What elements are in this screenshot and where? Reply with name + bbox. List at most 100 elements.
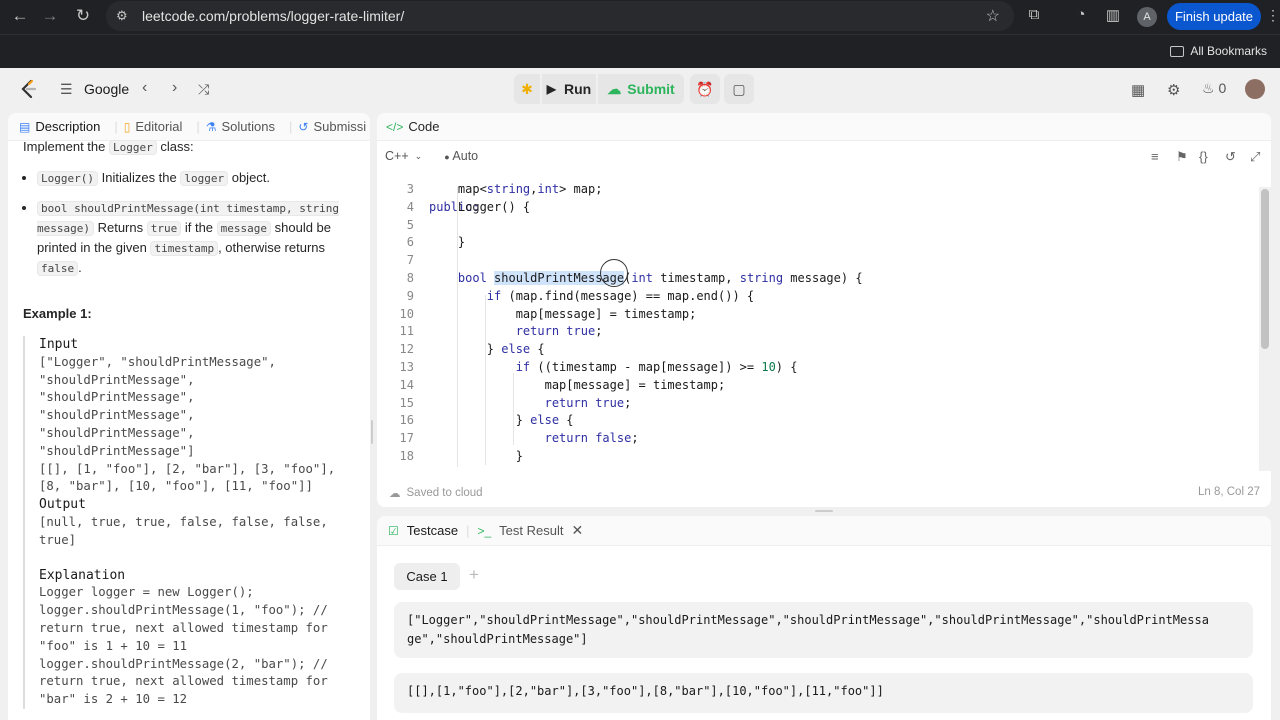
example-line: "bar" is 2 + 10 = 12 bbox=[39, 692, 188, 707]
settings-gear-icon[interactable]: ⚙ bbox=[1167, 81, 1180, 99]
tab-test-result[interactable]: Test Result bbox=[499, 523, 563, 538]
language-select[interactable]: C++ ⌄ bbox=[385, 149, 422, 163]
example-line: Logger logger = new Logger(); bbox=[39, 585, 254, 600]
save-status-label: Saved to cloud bbox=[406, 487, 483, 499]
extensions-icon[interactable]: ⧉ bbox=[1024, 6, 1044, 23]
code-panel: </> Code C++ ⌄ ● Auto ≡ ⚑ {} ↺ ⤢ public:… bbox=[377, 113, 1271, 507]
code-text: bool shouldPrintMessage(int timestamp, s… bbox=[457, 271, 863, 285]
code-text: } else { bbox=[429, 413, 574, 428]
code-line: 3 map<string,int> map; bbox=[377, 180, 1257, 198]
add-case-icon[interactable]: + bbox=[469, 565, 479, 585]
side-panel-icon[interactable]: ▥ bbox=[1103, 6, 1123, 24]
reload-icon[interactable]: ↻ bbox=[73, 6, 93, 26]
problem-list-icon[interactable]: ☰ bbox=[60, 81, 73, 98]
submit-label: Submit bbox=[627, 81, 675, 97]
testcase-panel: ☑ Testcase | >_ Test Result ✕ Case 1 + [… bbox=[377, 516, 1271, 720]
forward-arrow-icon[interactable]: → bbox=[40, 6, 60, 26]
braces-icon[interactable]: {} bbox=[1199, 149, 1208, 164]
prev-problem-icon[interactable]: ‹ bbox=[142, 79, 147, 97]
bookmarks-bar: All Bookmarks bbox=[0, 34, 1280, 68]
next-problem-icon[interactable]: › bbox=[172, 79, 177, 97]
reset-icon[interactable]: ↺ bbox=[1225, 149, 1236, 165]
fullscreen-icon[interactable]: ⤢ bbox=[1250, 149, 1260, 165]
tab-submissions[interactable]: ↺ Submissi bbox=[298, 119, 366, 134]
text: if the bbox=[181, 220, 217, 235]
layout-grid-icon[interactable]: ▦ bbox=[1131, 81, 1145, 99]
editor-scrollbar-thumb[interactable] bbox=[1261, 189, 1269, 349]
tab-description[interactable]: ▤ Description bbox=[19, 119, 100, 134]
explanation-label: Explanation bbox=[39, 567, 126, 583]
code-text: Logger() { bbox=[429, 199, 531, 214]
code-line: 13 if ((timestamp - map[message]) >= 10)… bbox=[377, 358, 1257, 376]
tab-editorial[interactable]: ▯ Editorial bbox=[124, 119, 183, 134]
run-label: Run bbox=[564, 81, 592, 97]
horizontal-resize-handle[interactable] bbox=[815, 510, 833, 512]
indent-guide bbox=[513, 373, 514, 445]
example-block: Input ["Logger", "shouldPrintMessage", "… bbox=[23, 336, 355, 709]
code-editor[interactable]: public: 3 map<string,int> map; 4 Logger()… bbox=[377, 171, 1271, 471]
finish-update-button[interactable]: Finish update bbox=[1167, 3, 1261, 30]
document-icon: ▤ bbox=[19, 119, 31, 134]
problem-description: Implement the Logger class: Logger() Ini… bbox=[8, 137, 370, 709]
debug-button[interactable]: ✱ bbox=[514, 74, 540, 104]
more-menu-icon[interactable]: ⋮ bbox=[1266, 7, 1280, 24]
line-number: 13 bbox=[399, 360, 414, 374]
timer-button[interactable]: ⏰ bbox=[690, 74, 720, 104]
user-avatar[interactable] bbox=[1245, 79, 1265, 99]
vertical-resize-handle[interactable] bbox=[371, 420, 373, 444]
streak-counter[interactable]: ♨ 0 bbox=[1202, 80, 1226, 97]
submit-button[interactable]: ☁ Submit bbox=[598, 74, 684, 104]
case-1-tab[interactable]: Case 1 bbox=[394, 563, 460, 590]
problem-list-label[interactable]: Google bbox=[84, 81, 129, 97]
output-label: Output bbox=[39, 497, 86, 513]
bookmark-star-icon[interactable]: ☆ bbox=[986, 6, 1000, 26]
line-number: 6 bbox=[406, 235, 414, 250]
line-number: 9 bbox=[406, 288, 414, 303]
line-number: 15 bbox=[399, 395, 414, 410]
leetcode-logo-icon[interactable] bbox=[19, 79, 39, 99]
cloud-upload-icon: ☁ bbox=[607, 80, 622, 97]
book-icon: ▯ bbox=[123, 119, 131, 134]
shuffle-icon[interactable]: ⤮ bbox=[198, 81, 209, 98]
input-label: Input bbox=[39, 337, 79, 352]
close-icon[interactable]: ✕ bbox=[571, 522, 583, 539]
save-status: ☁ Saved to cloud bbox=[389, 486, 483, 500]
performance-icon[interactable]: ◔ bbox=[1071, 6, 1091, 23]
note-icon: ▢ bbox=[732, 80, 746, 97]
url-text[interactable]: leetcode.com/problems/logger-rate-limite… bbox=[142, 8, 404, 24]
code-line: 4 Logger() { bbox=[377, 198, 1257, 216]
example-line: "shouldPrintMessage", bbox=[39, 408, 195, 423]
auto-mode-label: Auto bbox=[452, 149, 479, 163]
bookmark-icon[interactable]: ⚑ bbox=[1176, 149, 1188, 165]
example-line: return true, next allowed timestamp for bbox=[39, 620, 328, 635]
streak-count: 0 bbox=[1218, 80, 1227, 96]
code-line: 9 if (map.find(message) == map.end()) { bbox=[377, 287, 1257, 305]
inline-code: Logger bbox=[109, 140, 157, 155]
code-text: } else { bbox=[429, 342, 545, 357]
tab-solutions-label: Solutions bbox=[221, 119, 275, 134]
alarm-clock-icon: ⏰ bbox=[696, 80, 714, 97]
site-settings-icon[interactable]: ⚙ bbox=[116, 8, 136, 24]
line-number: 5 bbox=[406, 217, 414, 232]
testcase-line: [[],[1,"foo"],[2,"bar"],[3,"foo"],[8,"ba… bbox=[407, 684, 884, 698]
testcase-input-2[interactable]: [[],[1,"foo"],[2,"bar"],[3,"foo"],[8,"ba… bbox=[394, 673, 1253, 713]
tab-solutions[interactable]: ⚗ Solutions bbox=[206, 119, 275, 134]
notes-button[interactable]: ▢ bbox=[724, 74, 754, 104]
line-number: 7 bbox=[406, 253, 414, 268]
format-icon[interactable]: ≡ bbox=[1151, 149, 1159, 164]
code-line: 5 bbox=[377, 216, 1257, 234]
auto-mode-toggle[interactable]: ● Auto bbox=[444, 149, 478, 163]
example-line: true] bbox=[39, 532, 77, 547]
code-title: Code bbox=[408, 119, 440, 134]
example-line: logger.shouldPrintMessage(2, "bar"); // bbox=[39, 656, 328, 671]
play-icon: ▶ bbox=[546, 82, 556, 96]
testcase-input-1[interactable]: ["Logger","shouldPrintMessage","shouldPr… bbox=[394, 602, 1253, 658]
tab-testcase[interactable]: Testcase bbox=[407, 523, 458, 538]
run-button[interactable]: ▶ Run bbox=[542, 74, 596, 104]
address-bar[interactable]: ⚙ leetcode.com/problems/logger-rate-limi… bbox=[106, 1, 1014, 31]
description-panel: ▤ Description | ▯ Editorial | ⚗ Solution… bbox=[8, 113, 370, 720]
profile-avatar[interactable]: A bbox=[1137, 7, 1157, 27]
description-intro: Implement the Logger class: bbox=[23, 137, 355, 158]
back-arrow-icon[interactable]: ← bbox=[10, 6, 30, 26]
all-bookmarks-button[interactable]: All Bookmarks bbox=[1170, 44, 1267, 58]
